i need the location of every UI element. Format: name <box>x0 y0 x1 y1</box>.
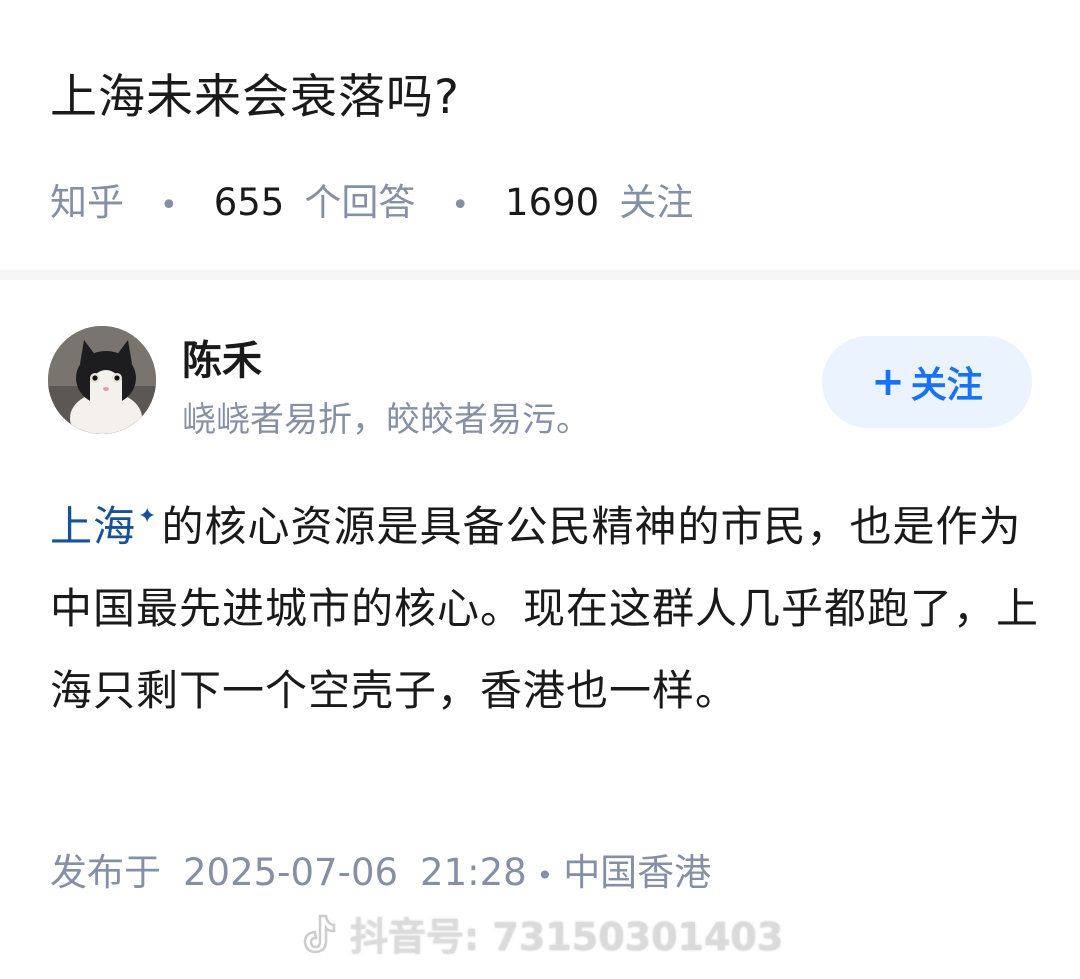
topic-link-shanghai[interactable]: 上海 <box>50 502 136 551</box>
watermark: 抖音号: 73150301403 <box>300 906 783 961</box>
section-divider <box>0 270 1080 280</box>
question-meta: 知乎 • 655 个回答 • 1690 关注 <box>50 172 693 226</box>
watermark-text: 抖音号: 73150301403 <box>350 915 784 959</box>
plus-icon: + <box>871 359 905 405</box>
answer-footer: 发布于 2025-07-06 21:28 • 中国香港 <box>50 842 711 896</box>
source-label: 知乎 <box>50 181 124 224</box>
author-row: 陈禾 峣峣者易折，皎皎者易污。 + 关注 <box>0 320 1080 440</box>
tiktok-icon <box>303 914 336 953</box>
publish-date: 2025-07-06 <box>183 851 399 894</box>
meta-dot-separator: • <box>451 188 470 223</box>
sparkle-icon: ✦ <box>138 504 158 529</box>
answers-label: 个回答 <box>304 181 416 224</box>
publish-time: 21:28 <box>420 851 527 894</box>
author-name[interactable]: 陈禾 <box>182 328 262 386</box>
publish-location: 中国香港 <box>563 851 712 894</box>
question-title[interactable]: 上海未来会衰落吗? <box>50 58 460 127</box>
answer-content: 上海✦的核心资源是具备公民精神的市民，也是作为中国最先进城市的核心。现在这群人几… <box>50 486 1040 732</box>
followers-count: 1690 <box>505 181 600 224</box>
followers-label: 关注 <box>619 181 694 224</box>
follow-button-label: 关注 <box>910 365 983 406</box>
answer-text: 的核心资源是具备公民精神的市民，也是作为中国最先进城市的核心。现在这群人几乎都跑… <box>50 502 1040 715</box>
follow-button[interactable]: + 关注 <box>822 336 1032 428</box>
question-card[interactable]: 上海未来会衰落吗? 知乎 • 655 个回答 • 1690 关注 <box>0 0 1080 271</box>
published-label: 发布于 <box>50 851 161 894</box>
page: 上海未来会衰落吗? 知乎 • 655 个回答 • 1690 关注 陈禾 峣峣者易… <box>0 0 1080 979</box>
cat-avatar-image <box>48 326 156 434</box>
author-bio: 峣峣者易折，皎皎者易污。 <box>182 400 590 440</box>
avatar[interactable] <box>48 326 156 434</box>
meta-dot-separator: • <box>160 188 178 223</box>
footer-dot-separator: • <box>536 859 554 892</box>
answers-count: 655 <box>213 181 285 224</box>
